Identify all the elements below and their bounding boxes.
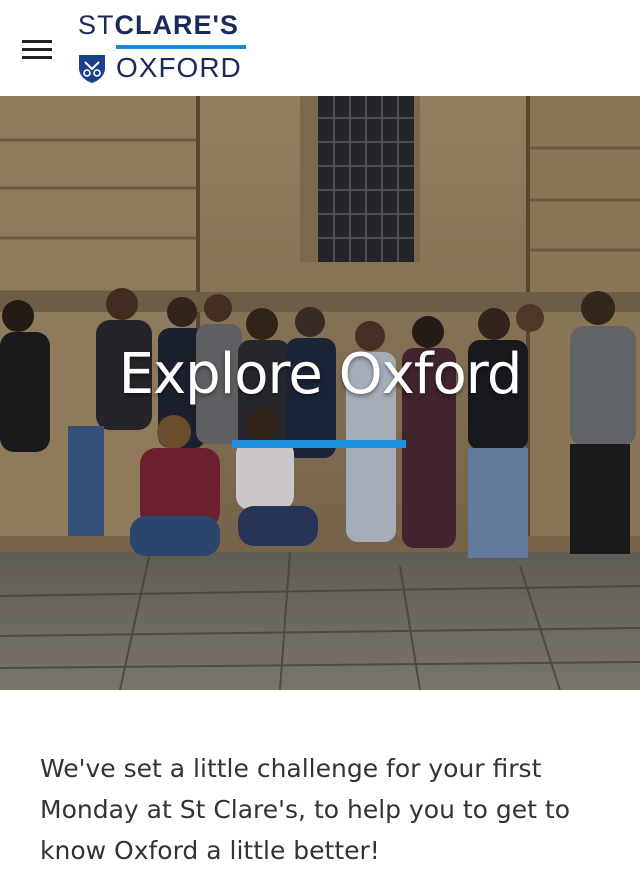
site-header: STCLARE'S OXFORD <box>0 0 640 96</box>
hero-banner: Explore Oxford <box>0 96 640 690</box>
logo-wordmark-bottom: OXFORD <box>116 52 242 83</box>
st-clares-logo[interactable]: STCLARE'S OXFORD <box>76 10 256 86</box>
logo-wordmark-top: STCLARE'S <box>78 10 239 40</box>
intro-paragraph: We've set a little challenge for your fi… <box>40 754 571 865</box>
logo-divider <box>116 45 246 49</box>
hamburger-menu-icon[interactable] <box>22 38 52 62</box>
hero-title: Explore Oxford <box>118 342 523 407</box>
shield-crest-icon <box>79 55 105 83</box>
hero-title-underline <box>232 440 406 448</box>
